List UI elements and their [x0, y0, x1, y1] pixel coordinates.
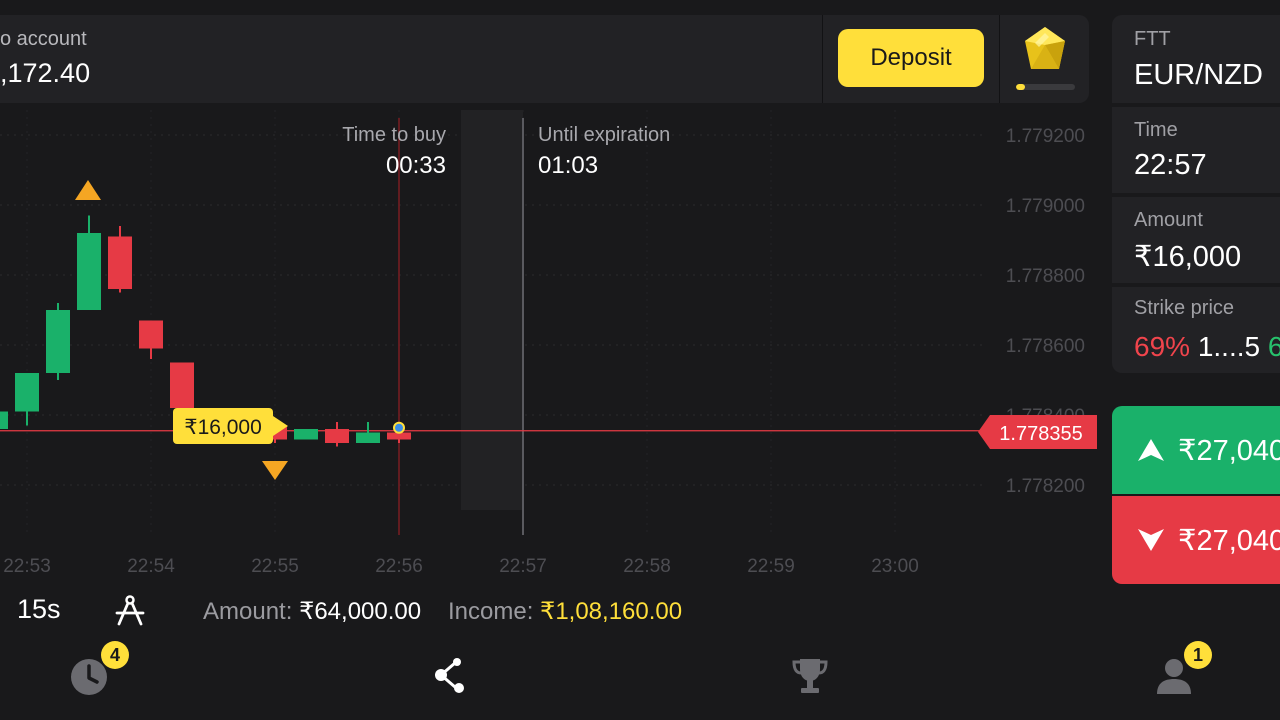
account-type-label[interactable]: o account	[0, 28, 87, 51]
live-price-dot	[393, 421, 405, 434]
purchase-deadline-zone	[461, 110, 523, 510]
arrow-down-icon	[1138, 529, 1164, 551]
candle-body	[325, 429, 349, 443]
candle-body	[170, 362, 194, 408]
strike-price-label: Strike price	[1134, 297, 1235, 319]
time-to-buy-value: 00:33	[386, 152, 446, 179]
until-expiration-label: Until expiration	[538, 124, 670, 146]
candle-body	[77, 233, 101, 310]
history-count-badge: 4	[101, 641, 129, 669]
candle-up	[46, 303, 70, 380]
total-income-label: Income:	[448, 598, 534, 625]
total-amount-value: ₹64,000.00	[299, 598, 422, 625]
deposit-button[interactable]: Deposit	[838, 29, 984, 87]
strike-up-percent: 6(	[1267, 331, 1280, 362]
candle-down	[108, 226, 132, 293]
candle-body	[294, 429, 318, 440]
price-flag: 1.778355	[978, 415, 1097, 449]
candle-down	[170, 362, 194, 412]
candle-up	[356, 422, 380, 443]
time-axis-label: 22:59	[747, 556, 795, 577]
amount-card[interactable]: Amount ₹16,000	[1112, 197, 1280, 283]
top-bar-divider	[999, 15, 1000, 103]
buy-down-button[interactable]: ₹27,040.	[1112, 496, 1280, 584]
strike-price-card[interactable]: Strike price 69% 1....5 6(	[1112, 287, 1280, 373]
social-trading-icon[interactable]	[431, 655, 471, 695]
time-card[interactable]: Time 22:57	[1112, 107, 1280, 193]
current-price-value: 1.778355	[999, 423, 1082, 445]
profile-notification-badge: 1	[1184, 641, 1212, 669]
price-axis-label: 1.779000	[1006, 196, 1085, 217]
price-axis-label: 1.779200	[1006, 126, 1085, 147]
candle-body	[0, 411, 8, 429]
trade-up-marker-icon	[75, 180, 101, 200]
strike-price-value: 1....5	[1197, 331, 1261, 362]
timeframe-selector[interactable]: 15s	[17, 594, 61, 625]
price-axis-label: 1.778600	[1006, 336, 1085, 357]
asset-type-label: FTT	[1134, 28, 1171, 50]
candle-body	[108, 236, 132, 289]
time-axis-label: 22:54	[127, 556, 175, 577]
candle-body	[139, 320, 163, 349]
until-expiration-value: 01:03	[538, 152, 598, 179]
status-level-progress	[1016, 84, 1075, 90]
time-axis-label: 22:57	[499, 556, 547, 577]
down-payout: ₹27,040.	[1178, 524, 1280, 557]
candle-body	[46, 310, 70, 373]
time-axis-label: 22:56	[375, 556, 423, 577]
trade-amount-label: ₹16,000	[184, 416, 262, 439]
total-amount-label: Amount:	[203, 598, 293, 625]
strike-down-percent: 69%	[1134, 331, 1191, 362]
arrow-up-icon	[1138, 439, 1164, 461]
drawing-tools-icon[interactable]	[114, 594, 146, 628]
status-level-fill	[1016, 84, 1025, 90]
candle-body	[15, 373, 39, 412]
price-chart[interactable]: 1.7792001.7790001.7788001.7786001.778400…	[0, 110, 1100, 590]
gem-status-icon[interactable]	[1021, 25, 1069, 73]
time-to-buy-label: Time to buy	[342, 124, 446, 146]
total-income-summary: Income: ₹1,08,160.00	[448, 597, 682, 626]
trade-down-marker-icon	[262, 461, 288, 480]
strike-price-row: 69% 1....5 6(	[1134, 331, 1280, 363]
price-axis-label: 1.778200	[1006, 476, 1085, 497]
candle-body	[356, 432, 380, 443]
total-amount-summary: Amount: ₹64,000.00	[203, 597, 421, 626]
amount-value: ₹16,000	[1134, 241, 1242, 273]
time-axis-label: 23:00	[871, 556, 919, 577]
asset-card[interactable]: FTT EUR/NZD	[1112, 15, 1280, 103]
buy-up-button[interactable]: ₹27,040.	[1112, 406, 1280, 494]
time-axis-label: 22:53	[3, 556, 51, 577]
price-axis-label: 1.778800	[1006, 266, 1085, 287]
up-payout: ₹27,040.	[1178, 434, 1280, 467]
total-income-value: ₹1,08,160.00	[540, 598, 683, 625]
candle-up	[15, 373, 39, 426]
candle-up	[77, 215, 101, 310]
candle-down	[325, 422, 349, 447]
asset-pair-value: EUR/NZD	[1134, 59, 1263, 91]
trade-amount-marker[interactable]: ₹16,000	[173, 408, 288, 444]
time-axis-label: 22:55	[251, 556, 299, 577]
account-balance[interactable]: ,172.40	[0, 58, 90, 89]
candle-up	[294, 429, 318, 440]
time-label: Time	[1134, 119, 1178, 141]
trophy-icon[interactable]	[790, 655, 830, 695]
time-axis-label: 22:58	[623, 556, 671, 577]
amount-label: Amount	[1134, 209, 1203, 231]
candle-up	[0, 411, 8, 429]
time-value: 22:57	[1134, 149, 1207, 181]
candle-down	[139, 320, 163, 359]
top-bar-divider	[822, 15, 823, 103]
